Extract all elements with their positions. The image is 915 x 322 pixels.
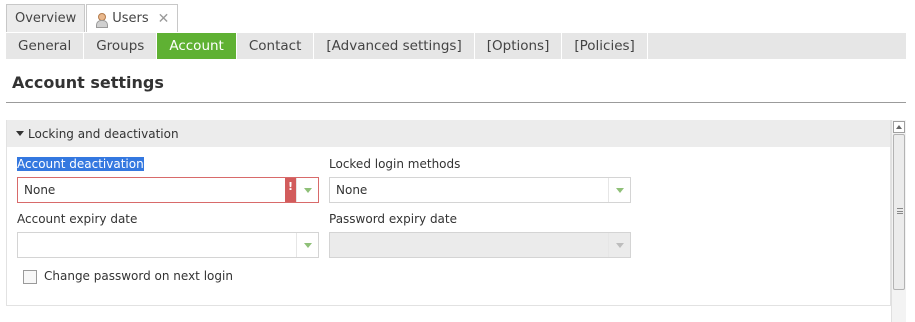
account-deactivation-value: None — [24, 183, 56, 197]
tab-general[interactable]: General — [6, 33, 85, 59]
tab-users[interactable]: Users ✕ — [86, 4, 179, 32]
password-expiry-date-label: Password expiry date — [329, 212, 457, 226]
tab-overview[interactable]: Overview — [6, 4, 86, 32]
tab-advanced-settings[interactable]: [Advanced settings] — [314, 33, 475, 59]
chevron-down-icon[interactable] — [608, 178, 630, 202]
caret-down-icon — [16, 131, 24, 136]
tab-overview-label: Overview — [15, 11, 77, 26]
change-password-label[interactable]: Change password on next login — [44, 269, 233, 283]
account-expiry-date-select[interactable] — [17, 232, 319, 258]
tab-contact[interactable]: Contact — [237, 33, 315, 59]
scroll-thumb[interactable] — [893, 134, 905, 290]
chevron-down-icon[interactable] — [296, 178, 318, 202]
chevron-down-icon[interactable] — [296, 233, 318, 257]
tab-options[interactable]: [Options] — [475, 33, 563, 59]
account-deactivation-select[interactable]: None ! — [17, 177, 319, 203]
account-deactivation-label: Account deactivation — [17, 157, 144, 171]
account-expiry-date-label: Account expiry date — [17, 212, 138, 226]
locked-login-methods-label: Locked login methods — [329, 157, 461, 171]
password-expiry-date-select — [329, 232, 631, 258]
locked-login-methods-select[interactable]: None — [329, 177, 631, 203]
vertical-scrollbar[interactable] — [891, 120, 906, 322]
tab-groups[interactable]: Groups — [84, 33, 158, 59]
error-icon: ! — [285, 178, 296, 202]
grip-icon — [897, 208, 903, 214]
tab-users-label: Users — [112, 11, 149, 26]
change-password-checkbox[interactable] — [23, 270, 37, 284]
window-tabs: Overview Users ✕ — [6, 4, 179, 32]
close-icon[interactable]: ✕ — [158, 12, 170, 26]
title-divider — [6, 102, 906, 103]
user-icon — [95, 12, 109, 28]
page-title: Account settings — [12, 73, 164, 92]
locked-login-methods-value: None — [336, 183, 368, 197]
tab-account[interactable]: Account — [157, 33, 237, 59]
chevron-down-icon — [608, 233, 630, 257]
panel-title: Locking and deactivation — [28, 126, 179, 141]
section-tabs: General Groups Account Contact [Advanced… — [6, 33, 906, 59]
panel-header[interactable]: Locking and deactivation — [7, 120, 890, 147]
tab-policies[interactable]: [Policies] — [562, 33, 648, 59]
scroll-up-icon[interactable] — [893, 121, 905, 133]
